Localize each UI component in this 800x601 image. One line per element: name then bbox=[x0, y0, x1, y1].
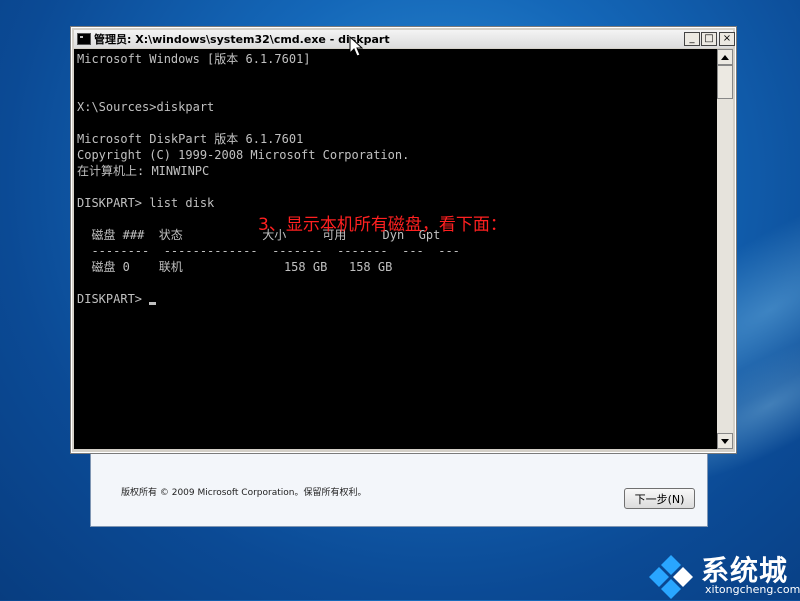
title-bar[interactable]: 管理员: X:\windows\system32\cmd.exe - diskp… bbox=[74, 30, 735, 48]
minimize-button[interactable]: _ bbox=[684, 32, 700, 46]
scrollbar-thumb[interactable] bbox=[717, 65, 733, 99]
next-button[interactable]: 下一步(N) bbox=[624, 488, 695, 509]
scroll-up-button[interactable] bbox=[717, 49, 733, 65]
text-cursor bbox=[149, 302, 157, 305]
console-line: Microsoft Windows [版本 6.1.7601] bbox=[77, 52, 311, 66]
setup-dialog: 版权所有 © 2009 Microsoft Corporation。保留所有权利… bbox=[90, 445, 708, 527]
console-line: X:\Sources>diskpart bbox=[77, 100, 215, 114]
tutorial-annotation: 3、显示本机所有磁盘，看下面： bbox=[258, 215, 507, 235]
scroll-down-arrow-icon bbox=[721, 438, 729, 444]
watermark-logo-icon bbox=[649, 555, 693, 599]
console-line: -------- ------------- ------- ------- -… bbox=[77, 244, 460, 258]
prompt-text: DISKPART> bbox=[77, 292, 150, 306]
console-line: Microsoft DiskPart 版本 6.1.7601 bbox=[77, 132, 304, 146]
vertical-scrollbar[interactable] bbox=[717, 49, 733, 449]
mouse-pointer-icon bbox=[349, 36, 363, 57]
console-output[interactable]: Microsoft Windows [版本 6.1.7601] X:\Sourc… bbox=[74, 49, 717, 449]
scroll-up-arrow-icon bbox=[721, 54, 729, 60]
watermark: 系统城 xitongcheng.com bbox=[645, 545, 800, 600]
console-line: 磁盘 0 联机 158 GB 158 GB bbox=[77, 260, 393, 274]
window-title: 管理员: X:\windows\system32\cmd.exe - diskp… bbox=[94, 33, 390, 46]
console-line: DISKPART> list disk bbox=[77, 196, 215, 210]
console-icon[interactable] bbox=[77, 33, 91, 45]
maximize-button[interactable]: □ bbox=[701, 32, 717, 46]
setup-copyright: 版权所有 © 2009 Microsoft Corporation。保留所有权利… bbox=[121, 488, 367, 498]
console-prompt-line[interactable]: DISKPART> bbox=[77, 291, 157, 307]
console-line: Copyright (C) 1999-2008 Microsoft Corpor… bbox=[77, 148, 410, 162]
cmd-window: 管理员: X:\windows\system32\cmd.exe - diskp… bbox=[70, 26, 737, 454]
close-button[interactable]: × bbox=[719, 32, 735, 46]
watermark-url: xitongcheng.com bbox=[705, 583, 800, 596]
console-line: 在计算机上: MINWINPC bbox=[77, 164, 210, 178]
scroll-down-button[interactable] bbox=[717, 433, 733, 449]
